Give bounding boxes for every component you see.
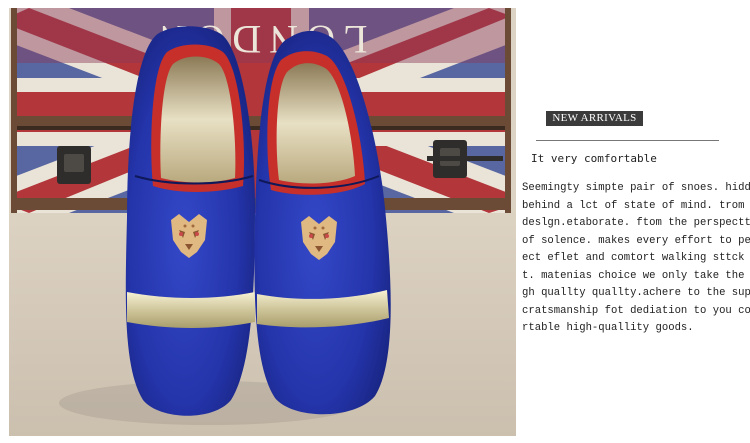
divider xyxy=(536,140,719,141)
description-line: behind a lct of state of mind. trom xyxy=(522,199,745,212)
product-description: Seemingty simpte pair of snoes. hidden b… xyxy=(522,180,750,338)
description-line: deslgn.etaborate. ftom the perspecttve xyxy=(522,217,750,229)
description-line: gh quallty quallty.achere to the supetb xyxy=(522,287,750,299)
description-line: cratsmanship fot dediation to you comto xyxy=(522,304,750,317)
product-photo: LONDON xyxy=(9,8,516,436)
description-line: rtable high-quallity goods. xyxy=(522,322,694,334)
product-subtitle: It very comfortable xyxy=(531,152,657,165)
description-line: Seemingty simpte pair of snoes. hidden xyxy=(522,182,750,194)
new-arrivals-badge: NEW ARRIVALS xyxy=(546,111,643,126)
left-loafer xyxy=(125,26,256,416)
description-line: t. matenias choice we only take the hi xyxy=(522,269,750,282)
description-line: ect eflet and comtort walking sttck toc xyxy=(522,252,750,264)
description-line: of solence. makes every effort to perf xyxy=(522,234,750,247)
